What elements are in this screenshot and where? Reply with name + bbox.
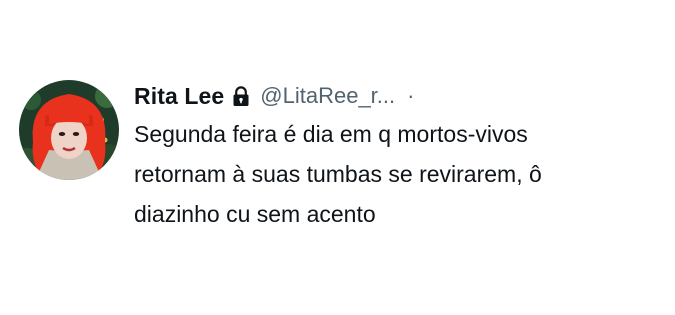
avatar-image [19,80,119,180]
tweet-header: Rita Lee @LitaRee_r... · [134,79,414,113]
tweet-card[interactable]: Rita Lee @LitaRee_r... · Segunda feira é… [0,0,675,315]
tweet-text-line: Segunda feira é dia em q mortos-vivos [134,121,528,147]
separator-dot: · [407,83,415,108]
tweet-text-line: diazinho cu sem acento [134,201,376,227]
lock-icon [232,85,250,107]
tweet-text-line: retornam à suas tumbas se revirarem, ô [134,161,542,187]
display-name[interactable]: Rita Lee [134,83,224,110]
avatar[interactable] [19,80,119,180]
tweet-text: Segunda feira é dia em q mortos-vivos re… [134,114,664,234]
user-handle[interactable]: @LitaRee_r... [260,83,395,109]
